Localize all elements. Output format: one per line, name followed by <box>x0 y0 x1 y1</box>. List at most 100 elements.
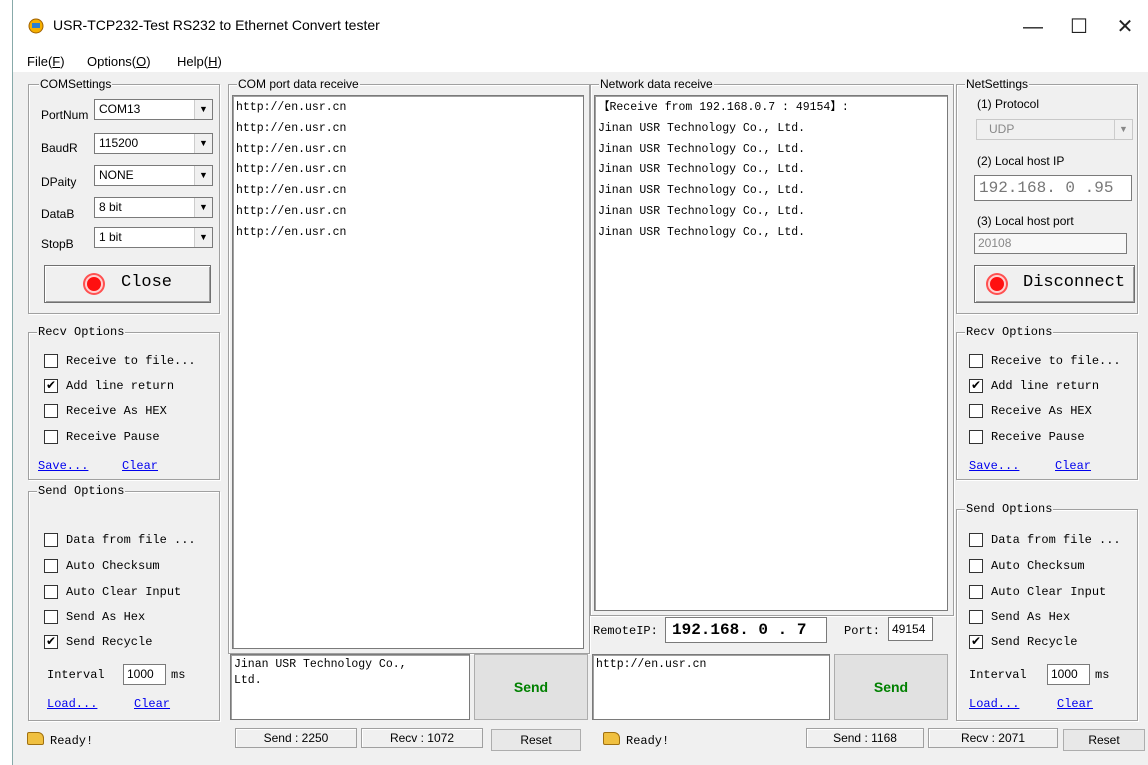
net-receive-line: Jinan USR Technology Co., Ltd. <box>598 204 806 218</box>
net-receive-line: Jinan USR Technology Co., Ltd. <box>598 184 806 198</box>
baudrate-label: BaudR <box>41 141 78 155</box>
host-port-input[interactable]: 20108 <box>974 233 1127 254</box>
recv-clear-link[interactable]: Clear <box>122 459 158 473</box>
send-options-right-group: Send Options Data from file ... Auto Che… <box>956 502 1138 721</box>
protocol-select[interactable]: UDP ▼ <box>976 119 1133 140</box>
checkmark-icon: ✔ <box>969 379 983 393</box>
net-send-button[interactable]: Send <box>834 654 948 720</box>
com-settings-group: COMSettings PortNum COM13 ▼ BaudR 115200 ▼… <box>28 77 220 314</box>
recv-options-left-legend: Recv Options <box>37 325 126 339</box>
recv-save-link[interactable]: Save... <box>969 459 1019 473</box>
host-ip-input[interactable]: 192.168. 0 .95 <box>974 175 1132 201</box>
send-options-right-legend: Send Options <box>965 502 1054 516</box>
recv-options-right-group: Recv Options Receive to file... ✔ Add lin… <box>956 325 1138 480</box>
send-clear-link[interactable]: Clear <box>1057 697 1093 711</box>
interval-input[interactable]: 1000 <box>123 664 166 685</box>
com-receive-group: COM port data receive http://en.usr.cn h… <box>228 77 590 654</box>
com-receive-line: http://en.usr.cn <box>236 225 347 239</box>
hand-icon <box>27 732 44 745</box>
close-window-button[interactable]: ✕ <box>1105 10 1145 44</box>
minimize-button[interactable]: — <box>1013 10 1053 44</box>
recv-options-right-legend: Recv Options <box>965 325 1054 339</box>
app-icon <box>28 18 44 34</box>
status-right-recv: Recv : 2071 <box>928 728 1058 748</box>
net-send-textarea[interactable]: http://en.usr.cn <box>592 654 830 720</box>
chevron-down-icon: ▼ <box>194 228 212 247</box>
send-options-left-legend: Send Options <box>37 484 126 498</box>
interval-label: Interval <box>969 668 1027 682</box>
net-receive-line: Jinan USR Technology Co., Ltd. <box>598 121 806 135</box>
baudrate-select[interactable]: 115200 ▼ <box>94 133 213 154</box>
parity-select[interactable]: NONE ▼ <box>94 165 213 186</box>
app-window: USR-TCP232-Test RS232 to Ethernet Conver… <box>12 0 1148 765</box>
recv-clear-link[interactable]: Clear <box>1055 459 1091 473</box>
net-receive-legend: Network data receive <box>599 77 714 91</box>
menu-bar: File(F) Options(O) Help(H) <box>13 52 1148 72</box>
com-receive-legend: COM port data receive <box>237 77 360 91</box>
remote-ip-label: RemoteIP: <box>593 624 658 638</box>
com-receive-line: http://en.usr.cn <box>236 121 347 135</box>
recv-save-link[interactable]: Save... <box>38 459 88 473</box>
interval-unit: ms <box>1095 668 1110 682</box>
status-right-send: Send : 1168 <box>806 728 924 748</box>
maximize-button[interactable]: ☐ <box>1059 10 1099 44</box>
status-right-ready: Ready! <box>603 732 669 748</box>
recv-options-left-group: Recv Options Receive to file... ✔ Add lin… <box>28 325 220 480</box>
interval-input[interactable]: 1000 <box>1047 664 1090 685</box>
net-receive-textarea[interactable]: 【Receive from 192.168.0.7 : 49154】: Jina… <box>594 95 948 611</box>
send-load-link[interactable]: Load... <box>969 697 1019 711</box>
portnum-select[interactable]: COM13 ▼ <box>94 99 213 120</box>
led-red-icon <box>988 275 1006 293</box>
com-settings-legend: COMSettings <box>39 77 113 91</box>
chevron-down-icon: ▼ <box>194 198 212 217</box>
title-bar: USR-TCP232-Test RS232 to Ethernet Conver… <box>13 0 1148 52</box>
com-send-button[interactable]: Send <box>474 654 588 720</box>
status-left-ready: Ready! <box>27 732 93 748</box>
send-options-left-group: Send Options Data from file ... Auto Che… <box>28 484 220 721</box>
menu-file[interactable]: File(F) <box>27 54 65 69</box>
menu-options[interactable]: Options(O) <box>87 54 151 69</box>
com-receive-line: http://en.usr.cn <box>236 101 347 114</box>
remote-port-input[interactable]: 49154 <box>888 617 933 641</box>
status-left-send: Send : 2250 <box>235 728 357 748</box>
stopbits-label: StopB <box>41 237 74 251</box>
checkmark-icon: ✔ <box>44 379 58 393</box>
net-disconnect-button[interactable]: Disconnect <box>974 265 1135 303</box>
com-receive-textarea[interactable]: http://en.usr.cn http://en.usr.cn http:/… <box>232 95 584 649</box>
chevron-down-icon: ▼ <box>194 134 212 153</box>
remote-port-label: Port: <box>844 624 881 638</box>
net-settings-legend: NetSettings <box>965 77 1030 91</box>
menu-help[interactable]: Help(H) <box>177 54 222 69</box>
net-receive-line: Jinan USR Technology Co., Ltd. <box>598 163 806 177</box>
stopbits-select[interactable]: 1 bit ▼ <box>94 227 213 248</box>
portnum-label: PortNum <box>41 108 89 122</box>
net-receive-line: Jinan USR Technology Co., Ltd. <box>598 225 806 239</box>
chevron-down-icon: ▼ <box>1114 120 1132 139</box>
window-title: USR-TCP232-Test RS232 to Ethernet Conver… <box>53 17 380 33</box>
com-receive-line: http://en.usr.cn <box>236 142 347 156</box>
send-clear-link[interactable]: Clear <box>134 697 170 711</box>
interval-unit: ms <box>171 668 186 682</box>
interval-label: Interval <box>47 668 105 682</box>
net-receive-line: 【Receive from 192.168.0.7 : 49154】: <box>598 101 849 114</box>
com-send-textarea[interactable]: Jinan USR Technology Co., Ltd. <box>230 654 470 720</box>
send-load-link[interactable]: Load... <box>47 697 97 711</box>
databits-select[interactable]: 8 bit ▼ <box>94 197 213 218</box>
com-close-button[interactable]: Close <box>44 265 211 303</box>
right-reset-button[interactable]: Reset <box>1063 729 1145 751</box>
host-ip-label: (2) Local host IP <box>977 154 1065 168</box>
com-receive-line: http://en.usr.cn <box>236 204 347 218</box>
net-settings-group: NetSettings (1) Protocol UDP ▼ (2) Local … <box>956 77 1138 314</box>
left-reset-button[interactable]: Reset <box>491 729 581 751</box>
com-receive-line: http://en.usr.cn <box>236 163 347 177</box>
hand-icon <box>603 732 620 745</box>
net-receive-line: Jinan USR Technology Co., Ltd. <box>598 142 806 156</box>
chevron-down-icon: ▼ <box>194 100 212 119</box>
status-left-recv: Recv : 1072 <box>361 728 483 748</box>
databits-label: DataB <box>41 207 75 221</box>
remote-ip-input[interactable]: 192.168. 0 . 7 <box>665 617 827 643</box>
led-red-icon <box>85 275 103 293</box>
checkmark-icon: ✔ <box>969 635 983 649</box>
net-receive-group: Network data receive 【Receive from 192.1… <box>590 77 954 616</box>
protocol-label: (1) Protocol <box>977 97 1040 111</box>
